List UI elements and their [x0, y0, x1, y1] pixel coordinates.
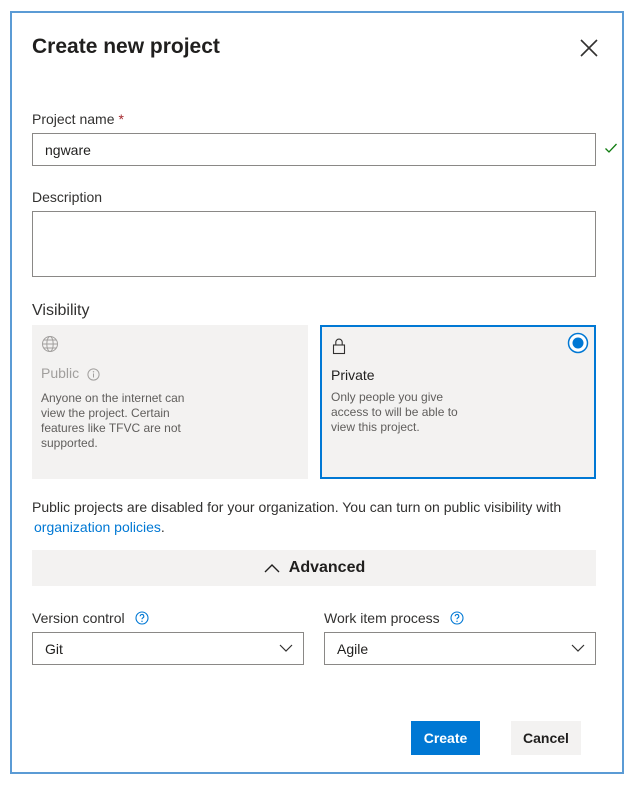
notice-text: Public projects are disabled for your or…	[32, 499, 562, 515]
public-option-description: Anyone on the internet can view the proj…	[41, 391, 185, 450]
project-name-label-text: Project name	[32, 111, 115, 127]
description-label: Description	[32, 189, 103, 205]
help-icon[interactable]	[135, 611, 149, 625]
create-project-dialog: Create new project Project name * ngware …	[10, 11, 624, 774]
dialog-title: Create new project	[32, 35, 220, 58]
work-item-process-label: Work item process	[324, 610, 464, 626]
organization-policies-link[interactable]: organization policies	[34, 519, 161, 535]
advanced-label: Advanced	[288, 559, 366, 576]
visibility-option-public: Public Anyone on the internet can view t…	[32, 325, 308, 479]
help-icon[interactable]	[450, 611, 464, 625]
version-control-label: Version control	[32, 610, 149, 626]
private-option-title: Private	[331, 367, 375, 383]
work-item-process-dropdown[interactable]: Agile	[324, 632, 596, 665]
checkmark-icon	[605, 143, 617, 153]
chevron-up-icon	[264, 564, 280, 573]
create-button[interactable]: Create	[411, 721, 480, 755]
version-control-dropdown[interactable]: Git	[32, 632, 304, 665]
public-option-title: Public	[41, 365, 100, 381]
visibility-option-private[interactable]: Private Only people you give access to w…	[320, 325, 596, 479]
chevron-down-icon	[279, 644, 293, 652]
chevron-down-icon	[571, 644, 585, 652]
close-icon	[580, 39, 598, 57]
advanced-toggle[interactable]: Advanced	[32, 550, 596, 586]
work-item-process-label-text: Work item process	[324, 610, 440, 626]
work-item-process-value: Agile	[337, 641, 369, 657]
private-option-description: Only people you give access to will be a…	[331, 390, 458, 434]
radio-selected-icon[interactable]	[567, 332, 589, 354]
required-marker: *	[118, 111, 124, 127]
public-title-text: Public	[41, 365, 80, 381]
lock-icon	[332, 338, 346, 355]
project-name-input[interactable]: ngware	[32, 133, 596, 166]
notice-suffix: .	[160, 519, 165, 535]
version-control-label-text: Version control	[32, 610, 125, 626]
description-textarea[interactable]	[32, 211, 596, 277]
public-disabled-notice: Public projects are disabled for your or…	[32, 497, 602, 537]
close-button[interactable]	[576, 35, 602, 61]
version-control-value: Git	[45, 641, 63, 657]
cancel-button[interactable]: Cancel	[511, 721, 581, 755]
visibility-label: Visibility	[32, 302, 90, 319]
project-name-label: Project name *	[32, 111, 124, 127]
info-icon	[87, 368, 100, 381]
globe-icon	[42, 336, 58, 352]
project-name-value: ngware	[45, 142, 91, 158]
